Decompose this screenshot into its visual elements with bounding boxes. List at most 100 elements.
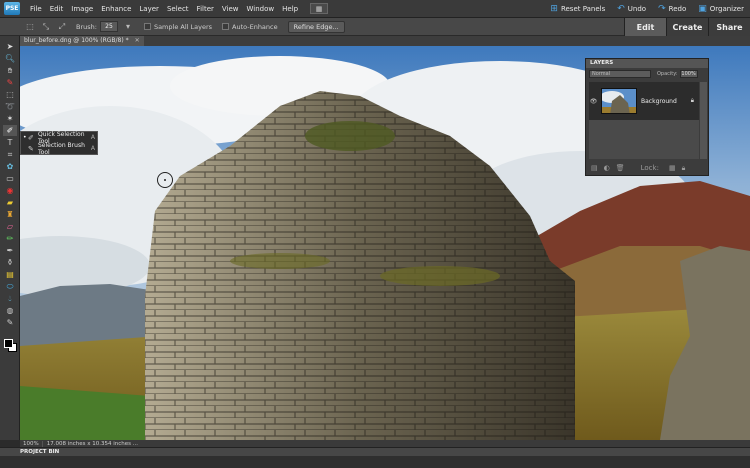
opacity-field[interactable]: 100% (679, 70, 698, 78)
foreground-color-swatch[interactable] (4, 339, 13, 348)
zoom-level[interactable]: 100% (20, 440, 43, 447)
close-icon[interactable]: ✕ (135, 36, 140, 46)
document-tab[interactable]: blur_before.dng @ 100% (RGB/8) * ✕ (20, 36, 144, 46)
layer-row[interactable]: 👁︎ Background 🔒︎ (589, 82, 699, 120)
healing-brush-tool-icon[interactable]: ▰ (3, 197, 17, 208)
auto-enhance-checkbox[interactable]: Auto-Enhance (222, 23, 278, 31)
smart-brush-tool-icon[interactable]: ✒ (3, 245, 17, 256)
menu-edit[interactable]: Edit (46, 0, 68, 18)
bottom-strip (0, 456, 750, 468)
tab-create[interactable]: Create (666, 18, 708, 36)
eraser-tool-icon[interactable]: ▱ (3, 221, 17, 232)
menu-file[interactable]: File (26, 0, 46, 18)
selection-brush-label: Selection Brush Tool (38, 141, 85, 156)
layer-name: Background (641, 97, 677, 105)
magic-wand-tool-icon[interactable]: ✶ (3, 113, 17, 124)
reset-panels-label: Reset Panels (560, 5, 606, 13)
lock-label: Lock: (640, 164, 659, 172)
organizer-label: Organizer (709, 5, 744, 13)
document-tab-bar: blur_before.dng @ 100% (RGB/8) * ✕ (20, 36, 750, 46)
redo-button[interactable]: ↷ Redo (658, 4, 686, 14)
menu-filter[interactable]: Filter (193, 0, 218, 18)
refine-edge-button[interactable]: Refine Edge... (287, 20, 345, 33)
layers-panel-options: Normal Opacity: 100% (586, 68, 708, 80)
menu-view[interactable]: View (218, 0, 243, 18)
auto-enhance-label: Auto-Enhance (232, 22, 278, 31)
delete-layer-icon[interactable]: 🗑︎ (616, 164, 625, 172)
marquee-tool-icon[interactable]: ⬚ (3, 89, 17, 100)
menu-enhance[interactable]: Enhance (97, 0, 135, 18)
grid-icon: ▦ (315, 4, 323, 13)
lock-transparent-icon[interactable]: ▦ (669, 164, 676, 172)
layers-panel-title: LAYERS (586, 59, 708, 68)
chevron-down-icon[interactable]: ▾ (122, 21, 134, 33)
brush-picker[interactable]: 25 (99, 21, 118, 32)
quick-selection-icon: ✐ (28, 133, 34, 142)
blur-tool-icon[interactable]: 💧︎ (3, 293, 17, 304)
undo-button[interactable]: ↶ Undo (617, 4, 646, 14)
checkbox-box (222, 23, 230, 30)
layers-scrollbar[interactable] (700, 82, 707, 159)
menu-layer[interactable]: Layer (135, 0, 163, 18)
tab-share[interactable]: Share (708, 18, 750, 36)
zoom-tool-icon[interactable]: 🔍︎ (3, 53, 17, 64)
paint-bucket-tool-icon[interactable]: ⚱ (3, 257, 17, 268)
type-tool-icon[interactable]: T (3, 137, 17, 148)
crop-tool-icon[interactable]: ⌗ (3, 149, 17, 160)
reset-icon: ⊞ (550, 4, 558, 14)
redo-icon: ↷ (658, 4, 666, 14)
brush-tool-icon[interactable]: ✏ (3, 233, 17, 244)
mode-tabs: Edit Create Share (624, 18, 750, 36)
clone-stamp-tool-icon[interactable]: ♜ (3, 209, 17, 220)
tab-edit[interactable]: Edit (624, 18, 666, 36)
reset-panels-button[interactable]: ⊞ Reset Panels (550, 4, 605, 14)
selection-brush-icon: ✎ (28, 144, 34, 153)
document-size: 17.008 inches x 10.354 inches ... (46, 440, 139, 447)
red-eye-tool-icon[interactable]: ◉ (3, 185, 17, 196)
shape-tool-icon[interactable]: ⬭ (3, 281, 17, 292)
redo-label: Redo (668, 5, 687, 13)
lock-all-icon[interactable]: 🔒︎ (682, 164, 686, 173)
project-bin-label[interactable]: PROJECT BIN (20, 449, 59, 455)
lasso-tool-icon[interactable]: ➰ (3, 101, 17, 112)
brush-cursor (157, 172, 173, 188)
selection-brush-tool-option[interactable]: ✎ Selection Brush Tool A (21, 141, 97, 156)
subtract-from-selection-icon[interactable]: ⤢ (56, 21, 68, 33)
new-layer-icon[interactable]: ▤ (591, 164, 598, 172)
selection-brush-shortcut: A (90, 145, 95, 152)
adjustment-layer-icon[interactable]: ◐ (604, 164, 610, 172)
menu-select[interactable]: Select (163, 0, 193, 18)
workspace-layout-button[interactable]: ▦ (310, 3, 329, 14)
move-tool-icon[interactable]: ➤ (3, 41, 17, 52)
layers-panel: LAYERS Normal Opacity: 100% 👁︎ Backgroun… (585, 58, 709, 176)
organizer-button[interactable]: ▣ Organizer (698, 4, 744, 14)
layers-panel-footer: ▤ ◐ 🗑︎ Lock: ▦ 🔒︎ (586, 161, 708, 175)
blend-mode-select[interactable]: Normal (589, 70, 651, 78)
layer-thumbnail (601, 88, 637, 114)
menu-bar: PSE File Edit Image Enhance Layer Select… (0, 0, 750, 18)
project-bin: PROJECT BIN (0, 447, 750, 456)
checkbox-box (143, 23, 151, 30)
sponge-tool-icon[interactable]: ◍ (3, 305, 17, 316)
menu-image[interactable]: Image (67, 0, 97, 18)
status-bar: 100% 17.008 inches x 10.354 inches ... (20, 440, 750, 447)
eyedropper-tool-icon[interactable]: ✎ (3, 77, 17, 88)
gradient-tool-icon[interactable]: ▤ (3, 269, 17, 280)
sample-all-layers-checkbox[interactable]: Sample All Layers (143, 23, 212, 31)
hand-tool-icon[interactable]: ✋︎ (3, 65, 17, 76)
opacity-label: Opacity: (657, 71, 678, 77)
menu-window[interactable]: Window (243, 0, 279, 18)
selection-tool-flyout: • ✐ Quick Selection Tool A ✎ Selection B… (20, 131, 98, 156)
app-logo: PSE (4, 2, 20, 15)
undo-icon: ↶ (617, 4, 625, 14)
straighten-tool-icon[interactable]: ▭ (3, 173, 17, 184)
brush-label: Brush: (76, 22, 97, 31)
eye-icon[interactable]: 👁︎ (589, 98, 598, 105)
menu-help[interactable]: Help (278, 0, 302, 18)
pencil-tool-icon[interactable]: ✎ (3, 317, 17, 328)
new-selection-icon[interactable]: ⬚ (24, 21, 36, 33)
undo-label: Undo (627, 5, 647, 13)
quick-selection-tool-icon[interactable]: ✐ (3, 125, 17, 136)
recompose-tool-icon[interactable]: ✿ (3, 161, 17, 172)
add-to-selection-icon[interactable]: ⤡ (40, 21, 52, 33)
